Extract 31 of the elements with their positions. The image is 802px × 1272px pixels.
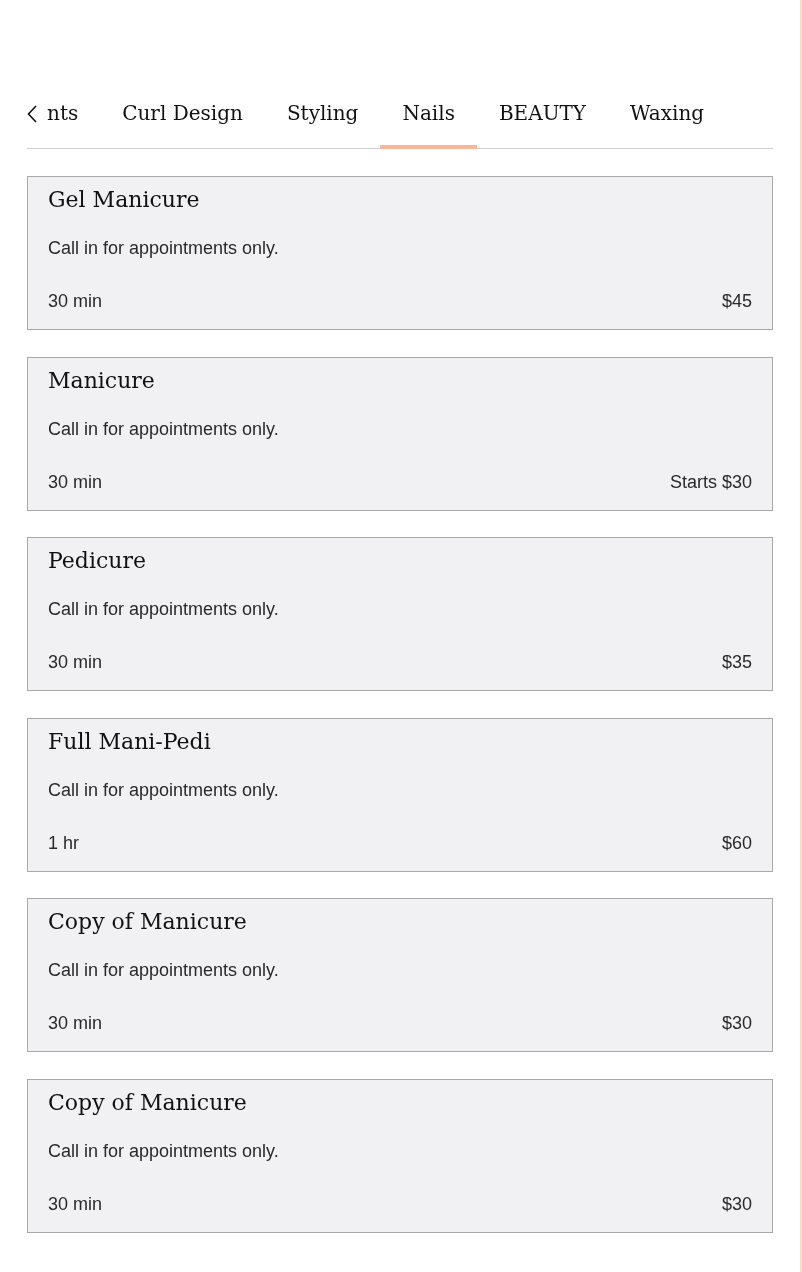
service-price: $35 — [721, 651, 752, 675]
service-name: Copy of Manicure — [48, 908, 247, 937]
service-name: Full Mani-Pedi — [48, 727, 211, 756]
service-description: Call in for appointments only. — [48, 237, 279, 260]
chevron-left-icon — [27, 104, 37, 123]
category-tab[interactable]: nts — [47, 88, 101, 149]
service-price: $30 — [721, 1192, 752, 1216]
category-tab[interactable]: Nails — [380, 88, 477, 149]
service-duration: 30 min — [48, 1192, 103, 1216]
service-description: Call in for appointments only. — [48, 1139, 279, 1163]
service-price: $60 — [721, 831, 752, 855]
service-name: Gel Manicure — [48, 186, 200, 214]
service-description: Call in for appointments only. — [48, 417, 279, 441]
service-name: Pedicure — [48, 547, 146, 576]
service-description: Call in for appointments only. — [48, 598, 279, 622]
service-duration: 30 min — [48, 470, 103, 494]
service-duration: 30 min — [48, 1012, 103, 1036]
service-price: Starts $30 — [669, 470, 752, 494]
service-name: Copy of Manicure — [48, 1088, 247, 1117]
service-name: Manicure — [48, 366, 155, 395]
service-price: $45 — [721, 290, 752, 313]
service-duration: 30 min — [48, 290, 103, 313]
service-duration: 30 min — [48, 651, 103, 675]
category-tab[interactable]: Styling — [264, 88, 381, 149]
service-price: $30 — [721, 1012, 752, 1036]
category-tab[interactable]: Curl Design — [100, 88, 265, 149]
category-tab[interactable]: BEAUTY — [476, 88, 609, 149]
service-description: Call in for appointments only. — [48, 959, 279, 983]
service-duration: 1 hr — [48, 831, 80, 855]
category-tab[interactable]: Waxing — [608, 88, 727, 149]
service-description: Call in for appointments only. — [48, 778, 279, 802]
